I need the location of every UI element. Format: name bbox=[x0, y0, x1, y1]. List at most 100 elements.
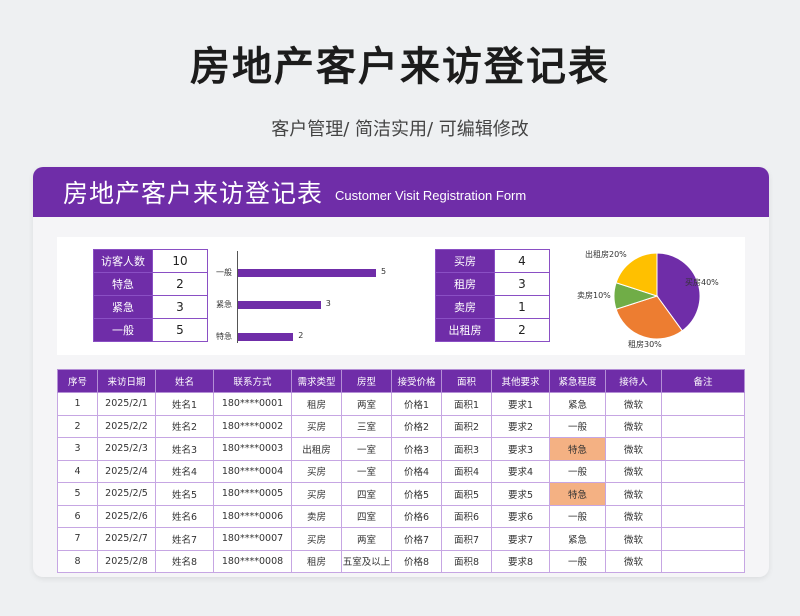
table-cell: 一般 bbox=[549, 504, 606, 528]
table-cell: 姓名2 bbox=[155, 414, 214, 438]
table-cell: 微软 bbox=[605, 414, 662, 438]
bar-mark bbox=[238, 333, 294, 341]
summary-value: 3 bbox=[152, 295, 208, 319]
pie-slice-label: 租房30% bbox=[628, 340, 662, 349]
summary-panel: 访客人数 10 特急 2 紧急 3 一般 5 一般 5 紧急 3 特急 2 买房 4 租房 3 卖房 1 出租房 2 … bbox=[57, 237, 745, 355]
table-cell: 微软 bbox=[605, 459, 662, 483]
table-cell: 价格8 bbox=[391, 549, 442, 573]
table-cell: 2025/2/5 bbox=[97, 482, 156, 506]
demand-summary-table: 买房 4 租房 3 卖房 1 出租房 2 bbox=[435, 249, 550, 342]
table-cell: 一室 bbox=[341, 437, 392, 461]
column-header: 联系方式 bbox=[213, 369, 292, 393]
table-cell: 6 bbox=[57, 504, 98, 528]
summary-row: 卖房 1 bbox=[435, 295, 550, 319]
table-cell: 5 bbox=[57, 482, 98, 506]
table-cell: 姓名8 bbox=[155, 549, 214, 573]
table-cell: 微软 bbox=[605, 549, 662, 573]
summary-label: 紧急 bbox=[93, 295, 153, 319]
table-cell: 微软 bbox=[605, 437, 662, 461]
table-cell: 五室及以上 bbox=[341, 549, 392, 573]
table-cell: 要求3 bbox=[491, 437, 550, 461]
table-cell: 要求4 bbox=[491, 459, 550, 483]
table-cell: 1 bbox=[57, 392, 98, 416]
urgency-bar-chart: 一般 5 紧急 3 特急 2 bbox=[216, 251, 397, 343]
table-cell: 180****0008 bbox=[213, 549, 292, 573]
summary-value: 5 bbox=[152, 318, 208, 342]
table-cell: 特急 bbox=[549, 437, 606, 461]
card-title-en: Customer Visit Registration Form bbox=[335, 187, 527, 203]
table-cell: 180****0004 bbox=[213, 459, 292, 483]
table-cell: 面积3 bbox=[441, 437, 492, 461]
page-subtitle: 客户管理/ 简洁实用/ 可编辑修改 bbox=[271, 119, 529, 140]
table-cell: 180****0002 bbox=[213, 414, 292, 438]
table-cell bbox=[661, 414, 745, 438]
table-cell: 紧急 bbox=[549, 392, 606, 416]
table-cell: 紧急 bbox=[549, 527, 606, 551]
bar-chart-axis bbox=[237, 251, 238, 343]
bar-mark bbox=[238, 269, 376, 277]
table-cell: 价格6 bbox=[391, 504, 442, 528]
table-cell: 出租房 bbox=[291, 437, 342, 461]
table-cell: 2025/2/2 bbox=[97, 414, 156, 438]
table-cell: 面积1 bbox=[441, 392, 492, 416]
table-cell: 要求8 bbox=[491, 549, 550, 573]
summary-value: 2 bbox=[494, 318, 550, 342]
summary-row: 出租房 2 bbox=[435, 318, 550, 342]
table-cell: 8 bbox=[57, 549, 98, 573]
table-cell: 要求5 bbox=[491, 482, 550, 506]
card-title-cn: 房地产客户来访登记表 bbox=[63, 179, 324, 208]
table-cell: 2025/2/7 bbox=[97, 527, 156, 551]
form-card: 房地产客户来访登记表 Customer Visit Registration F… bbox=[33, 167, 769, 577]
summary-value: 4 bbox=[494, 249, 550, 273]
bar-category-label: 特急 bbox=[216, 332, 232, 341]
table-cell: 7 bbox=[57, 527, 98, 551]
column-header: 紧急程度 bbox=[549, 369, 606, 393]
visit-records-table: 序号 来访日期 姓名 联系方式 需求类型 房型 接受价格 面积 其他要求 紧急程度 接待人 备注 12… bbox=[57, 369, 745, 573]
table-cell: 两室 bbox=[341, 527, 392, 551]
bar-value-label: 3 bbox=[325, 299, 331, 308]
summary-label: 一般 bbox=[93, 318, 153, 342]
table-cell: 2025/2/6 bbox=[97, 504, 156, 528]
summary-label: 租房 bbox=[435, 272, 495, 296]
table-cell: 三室 bbox=[341, 414, 392, 438]
table-cell: 四室 bbox=[341, 504, 392, 528]
column-header: 接受价格 bbox=[391, 369, 442, 393]
table-cell: 面积4 bbox=[441, 459, 492, 483]
table-cell bbox=[661, 392, 745, 416]
table-row: 4 2025/2/4 姓名4 180****0004 买房 一室 价格4 面积4 要求4 一般 微软 bbox=[57, 459, 745, 483]
table-cell: 要求1 bbox=[491, 392, 550, 416]
summary-label: 访客人数 bbox=[93, 249, 153, 273]
table-row: 7 2025/2/7 姓名7 180****0007 买房 两室 价格7 面积7 要求7 紧急 微软 bbox=[57, 527, 745, 551]
summary-value: 2 bbox=[152, 272, 208, 296]
summary-row: 特急 2 bbox=[93, 272, 208, 296]
table-cell: 姓名6 bbox=[155, 504, 214, 528]
column-header: 姓名 bbox=[155, 369, 214, 393]
table-cell: 姓名3 bbox=[155, 437, 214, 461]
page-title: 房地产客户来访登记表 bbox=[190, 44, 610, 90]
bar-category-label: 紧急 bbox=[216, 300, 232, 309]
demand-pie-chart: 买房40% 租房30% 卖房10% 出租房20% bbox=[577, 243, 737, 349]
table-cell: 一般 bbox=[549, 459, 606, 483]
column-header: 面积 bbox=[441, 369, 492, 393]
summary-row: 买房 4 bbox=[435, 249, 550, 273]
card-header: 房地产客户来访登记表 Customer Visit Registration F… bbox=[33, 167, 769, 217]
column-header: 接待人 bbox=[605, 369, 662, 393]
table-cell: 180****0001 bbox=[213, 392, 292, 416]
table-cell: 2 bbox=[57, 414, 98, 438]
table-cell: 买房 bbox=[291, 482, 342, 506]
summary-value: 3 bbox=[494, 272, 550, 296]
table-cell: 4 bbox=[57, 459, 98, 483]
table-cell: 要求7 bbox=[491, 527, 550, 551]
pie-slice-label: 卖房10% bbox=[577, 291, 611, 300]
table-row: 3 2025/2/3 姓名3 180****0003 出租房 一室 价格3 面积3 要求3 特急微… bbox=[57, 437, 745, 461]
table-cell: 姓名4 bbox=[155, 459, 214, 483]
table-cell: 买房 bbox=[291, 459, 342, 483]
summary-label: 特急 bbox=[93, 272, 153, 296]
column-header: 备注 bbox=[661, 369, 745, 393]
summary-value: 1 bbox=[494, 295, 550, 319]
column-header: 需求类型 bbox=[291, 369, 342, 393]
table-cell: 面积2 bbox=[441, 414, 492, 438]
table-cell: 买房 bbox=[291, 414, 342, 438]
table-row: 5 2025/2/5 姓名5 180****0005 买房 四室 价格5 面积5 要求5 特急 微软 bbox=[57, 482, 745, 506]
table-cell: 2025/2/3 bbox=[97, 437, 156, 461]
